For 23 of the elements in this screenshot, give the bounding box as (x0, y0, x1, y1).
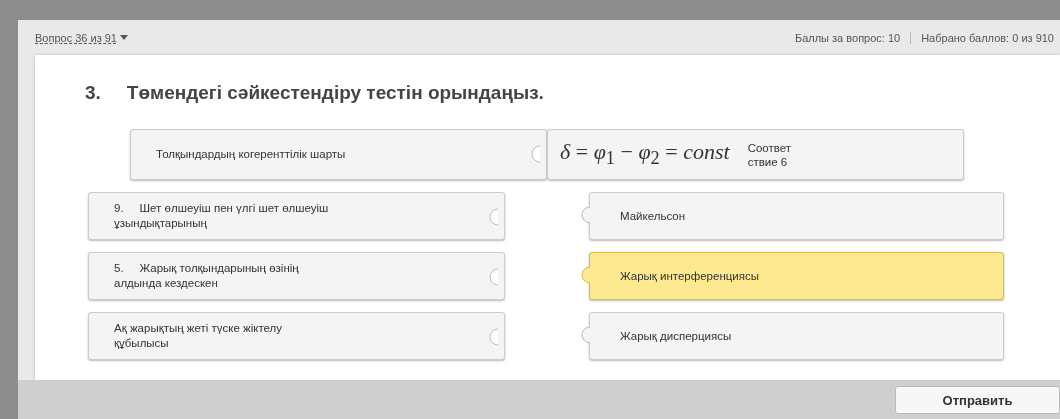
match-text: 9. Шет өлшеуіш пен үлгі шет өлшеуіш ұзындықтарының (114, 201, 329, 231)
match-card[interactable]: 5. Жарық толқындарының өзінің алдында кездескен (88, 252, 505, 300)
answer-text: Жарық дисперциясы (620, 330, 732, 342)
points-total: Набрано баллов: 0 из 910 (921, 31, 1054, 44)
answer-text: Майкельсон (620, 210, 686, 222)
match-label: Соответствие 6 (747, 140, 792, 169)
answer-card[interactable]: Майкельсон (589, 192, 1004, 240)
question-number: 3. (85, 82, 101, 105)
match-card[interactable]: Толқындардың когеренттілік шарты (130, 129, 547, 180)
answer-text: Жарық интерференциясы (620, 270, 759, 282)
question-selector[interactable]: Вопрос 36 из 91 (35, 31, 128, 44)
match-text: Ақ жарықтың жеті түске жіктелу құбылысы (114, 321, 284, 351)
answer-card[interactable]: Жарық дисперциясы (589, 312, 1004, 360)
answer-card[interactable]: Жарық интерференциясы (589, 252, 1004, 300)
answer-card[interactable]: δ = φ$_{1}$ − φ$_{2}$ = const Соответствие 6 (547, 129, 964, 180)
submit-button[interactable]: Отправить (895, 385, 1060, 414)
match-text: 5. Жарық толқындарының өзінің алдында кездескен (114, 261, 300, 291)
match-card[interactable]: 9. Шет өлшеуіш пен үлгі шет өлшеуіш ұзындықтарының (88, 192, 505, 240)
points-per-question: Баллы за вопрос: 10 (794, 31, 901, 44)
match-text: Толқындардың когеренттілік шарты (156, 147, 346, 162)
formula: δ = φ$_{1}$ − φ$_{2}$ = const (560, 139, 730, 170)
question-text: Төмендегі сәйкестендіру тестін орындаңыз. (126, 82, 544, 105)
match-card[interactable]: Ақ жарықтың жеті түске жіктелу құбылысы (88, 312, 505, 360)
